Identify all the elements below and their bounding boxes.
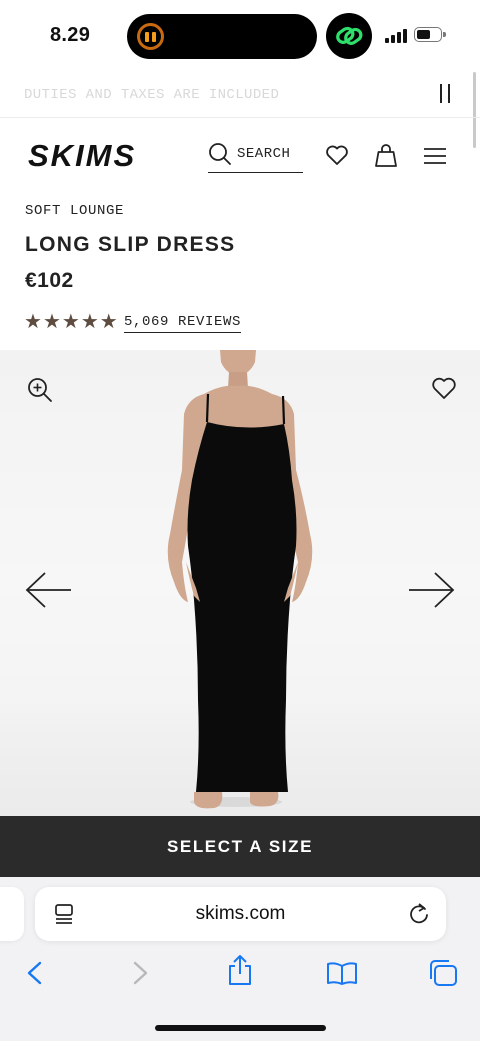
- home-indicator: [155, 1025, 326, 1031]
- search-icon: [209, 143, 231, 165]
- address-bar[interactable]: skims.com: [35, 887, 446, 941]
- live-activity-icon[interactable]: [326, 13, 372, 59]
- announcement-text: DUTIES AND TAXES ARE INCLUDED: [24, 87, 280, 103]
- star-icon: ★: [61, 309, 80, 333]
- scroll-indicator: [473, 72, 476, 148]
- share-icon[interactable]: [227, 954, 253, 991]
- star-icon: ★: [99, 309, 118, 333]
- back-chevron-icon[interactable]: [26, 961, 44, 990]
- search-label: SEARCH: [237, 146, 291, 162]
- product-price: €102: [25, 269, 74, 292]
- product-collection[interactable]: SOFT LOUNGE: [25, 203, 124, 219]
- header-divider: [0, 117, 480, 118]
- reviews-link[interactable]: 5,069 REVIEWS: [124, 314, 242, 333]
- product-image-gallery[interactable]: [0, 350, 480, 816]
- cellular-signal-icon: [385, 29, 407, 43]
- dynamic-island[interactable]: [127, 14, 317, 59]
- image-favorite-heart-icon[interactable]: [431, 376, 457, 405]
- zoom-in-icon[interactable]: [27, 377, 53, 408]
- rating-stars[interactable]: ★ ★ ★ ★ ★: [24, 311, 118, 331]
- announcement-pause-icon[interactable]: [440, 84, 458, 104]
- announcement-bar: DUTIES AND TAXES ARE INCLUDED: [0, 72, 480, 116]
- skims-logo[interactable]: SKIMS: [28, 138, 150, 177]
- search-button[interactable]: SEARCH: [208, 140, 303, 173]
- logo-text: SKIMS: [28, 138, 136, 172]
- previous-tab-preview[interactable]: [0, 887, 24, 941]
- shopping-bag-icon[interactable]: [374, 142, 398, 173]
- previous-image-arrow-icon[interactable]: [25, 571, 73, 614]
- star-icon: ★: [24, 309, 42, 333]
- product-title: LONG SLIP DRESS: [25, 233, 236, 256]
- tabs-icon[interactable]: [428, 959, 458, 992]
- url-text: skims.com: [195, 903, 286, 924]
- safari-toolbar: skims.com: [0, 877, 480, 1041]
- menu-icon[interactable]: [423, 147, 447, 170]
- next-image-arrow-icon[interactable]: [407, 571, 455, 614]
- product-page: 8.29 DUTIES AND TAXES ARE INCLUDED SKIMS: [0, 0, 480, 1041]
- bookmarks-icon[interactable]: [326, 961, 358, 990]
- status-time: 8.29: [50, 24, 91, 46]
- star-icon: ★: [42, 309, 61, 333]
- battery-tip: [443, 32, 446, 37]
- battery-icon: [414, 27, 442, 42]
- forward-chevron-icon[interactable]: [131, 961, 149, 990]
- media-pause-icon: [137, 23, 164, 50]
- select-size-button[interactable]: SELECT A SIZE: [0, 816, 480, 877]
- star-icon: ★: [80, 309, 99, 333]
- reload-icon[interactable]: [408, 903, 430, 930]
- select-size-label: SELECT A SIZE: [166, 836, 314, 856]
- ios-status-bar: 8.29: [0, 0, 480, 70]
- wishlist-heart-icon[interactable]: [325, 144, 349, 171]
